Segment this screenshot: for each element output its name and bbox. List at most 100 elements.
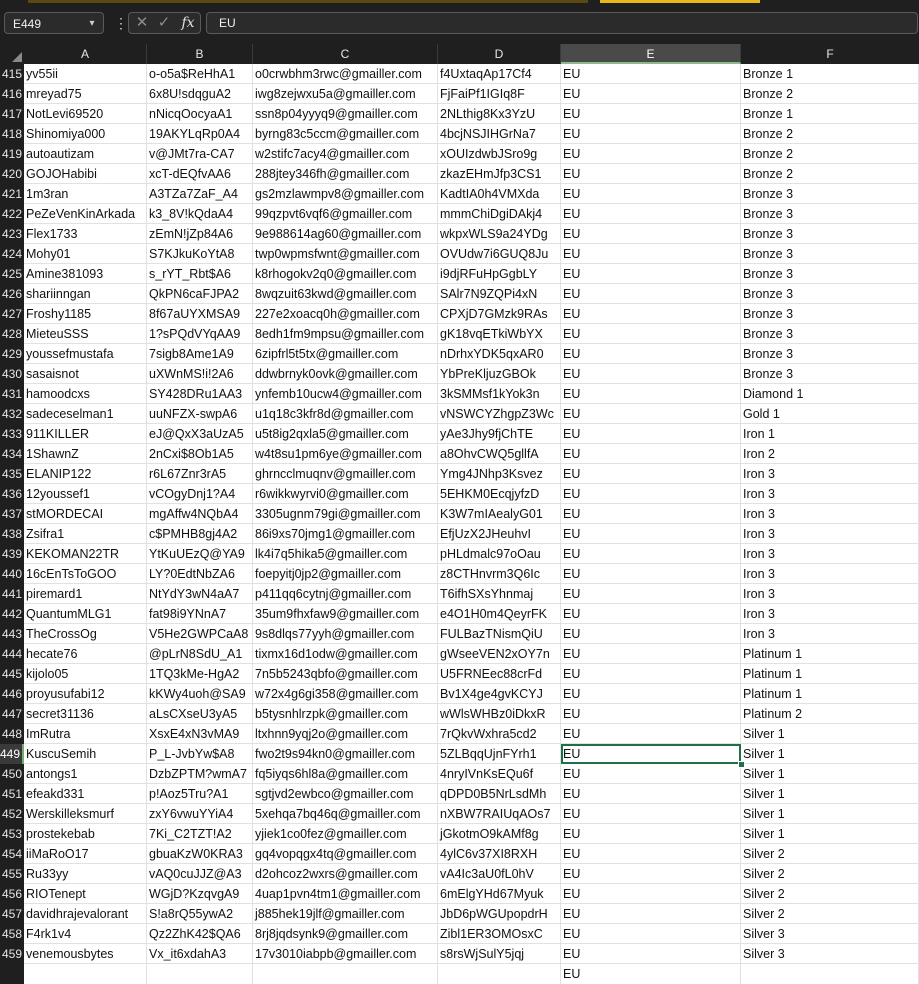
cell-a[interactable]: 1m3ran	[24, 184, 147, 204]
cell-b[interactable]: vAQ0cuJJZ@A3	[147, 864, 253, 884]
cell-e[interactable]: EU	[561, 404, 741, 424]
cell-c[interactable]: 3305ugnm79gi@gmailler.com	[253, 504, 438, 524]
cell-e[interactable]: EU	[561, 844, 741, 864]
row-header[interactable]: 426	[0, 284, 24, 304]
fill-handle[interactable]	[738, 761, 745, 768]
cell-f[interactable]: Iron 3	[741, 544, 919, 564]
row-header[interactable]: 420	[0, 164, 24, 184]
cell-b[interactable]: NtYdY3wN4aA7	[147, 584, 253, 604]
cell-a[interactable]: prostekebab	[24, 824, 147, 844]
cell-f[interactable]: Silver 1	[741, 764, 919, 784]
cell-d[interactable]: 4nryIVnKsEQu6f	[438, 764, 561, 784]
cell-d[interactable]: OVUdw7i6GUQ8Ju	[438, 244, 561, 264]
cell-e[interactable]: EU	[561, 324, 741, 344]
cell-e[interactable]: EU	[561, 684, 741, 704]
cell-b[interactable]: QkPN6caFJPA2	[147, 284, 253, 304]
row-header[interactable]	[0, 964, 24, 984]
cell-b[interactable]: 6x8U!sdqguA2	[147, 84, 253, 104]
cell-a[interactable]: antongs1	[24, 764, 147, 784]
cell-c[interactable]: gq4vopqgx4tq@gmailler.com	[253, 844, 438, 864]
row-header[interactable]: 422	[0, 204, 24, 224]
cell-a[interactable]: hamoodcxs	[24, 384, 147, 404]
cell-a[interactable]: 911KILLER	[24, 424, 147, 444]
cell-d[interactable]: CPXjD7GMzk9RAs	[438, 304, 561, 324]
insert-function-icon[interactable]: fx	[177, 13, 199, 33]
column-header-d[interactable]: D	[438, 44, 561, 64]
cell-d[interactable]: xOUIzdwbJSro9g	[438, 144, 561, 164]
cell-b[interactable]: p!Aoz5Tru?A1	[147, 784, 253, 804]
cell-b[interactable]: Qz2ZhK42$QA6	[147, 924, 253, 944]
cell-a[interactable]: piremard1	[24, 584, 147, 604]
row-header[interactable]: 454	[0, 844, 24, 864]
row-header[interactable]: 415	[0, 64, 24, 84]
row-header[interactable]: 438	[0, 524, 24, 544]
column-header-a[interactable]: A	[24, 44, 147, 64]
cell-a[interactable]: Ru33yy	[24, 864, 147, 884]
cell-b[interactable]: vCOgyDnj1?A4	[147, 484, 253, 504]
cell-d[interactable]: 4ylC6v37XI8RXH	[438, 844, 561, 864]
row-header[interactable]: 440	[0, 564, 24, 584]
cell-a[interactable]: efeakd331	[24, 784, 147, 804]
cell-a[interactable]: sasaisnot	[24, 364, 147, 384]
row-header[interactable]: 428	[0, 324, 24, 344]
cell-c[interactable]: fq5iyqs6hl8a@gmailler.com	[253, 764, 438, 784]
cell-e[interactable]: EU	[561, 724, 741, 744]
cell-a[interactable]: 12youssef1	[24, 484, 147, 504]
cell-a[interactable]: PeZeVenKinArkada	[24, 204, 147, 224]
cell-b[interactable]: 7Ki_C2TZT!A2	[147, 824, 253, 844]
cell-b[interactable]: SY428DRu1AA3	[147, 384, 253, 404]
cell-a[interactable]: F4rk1v4	[24, 924, 147, 944]
column-header-c[interactable]: C	[253, 44, 438, 64]
cell-e[interactable]: EU	[561, 184, 741, 204]
cell-d[interactable]: U5FRNEec88crFd	[438, 664, 561, 684]
cell-a[interactable]: MieteuSSS	[24, 324, 147, 344]
cell-a[interactable]: sadeceselman1	[24, 404, 147, 424]
cell-f[interactable]: Silver 2	[741, 904, 919, 924]
cell-e[interactable]: EU	[561, 524, 741, 544]
cell-b[interactable]: eJ@QxX3aUzA5	[147, 424, 253, 444]
row-header[interactable]: 452	[0, 804, 24, 824]
cell-b[interactable]: 1TQ3kMe-HgA2	[147, 664, 253, 684]
cell-c[interactable]: 288jtey346fh@gmailler.com	[253, 164, 438, 184]
cell-d[interactable]: SAlr7N9ZQPi4xN	[438, 284, 561, 304]
cell-c[interactable]: u5t8ig2qxla5@gmailler.com	[253, 424, 438, 444]
cell-d[interactable]	[438, 964, 561, 984]
row-header[interactable]: 416	[0, 84, 24, 104]
cell-d[interactable]: Zibl1ER3OMOsxC	[438, 924, 561, 944]
row-header[interactable]: 453	[0, 824, 24, 844]
cell-c[interactable]: gs2mzlawmpv8@gmailler.com	[253, 184, 438, 204]
select-all-button[interactable]	[0, 44, 24, 64]
cell-e[interactable]: EU	[561, 84, 741, 104]
cell-e[interactable]: EU	[561, 364, 741, 384]
column-header-e[interactable]: E	[561, 44, 741, 64]
cell-d[interactable]: 3kSMMsf1kYok3n	[438, 384, 561, 404]
cell-c[interactable]: twp0wpmsfwnt@gmailler.com	[253, 244, 438, 264]
row-header[interactable]: 424	[0, 244, 24, 264]
cell-b[interactable]: 7sigb8Ame1A9	[147, 344, 253, 364]
cell-c[interactable]: j885hek19jlf@gmailler.com	[253, 904, 438, 924]
cell-f[interactable]: Silver 2	[741, 884, 919, 904]
cell-f[interactable]: Iron 3	[741, 564, 919, 584]
cell-f[interactable]: Bronze 2	[741, 124, 919, 144]
cell-a[interactable]: Flex1733	[24, 224, 147, 244]
cell-c[interactable]: 9e988614ag60@gmailler.com	[253, 224, 438, 244]
cell-b[interactable]: aLsCXseU3yA5	[147, 704, 253, 724]
cell-f[interactable]: Bronze 3	[741, 264, 919, 284]
cell-b[interactable]: V5He2GWPCaA8	[147, 624, 253, 644]
cell-f[interactable]: Bronze 3	[741, 204, 919, 224]
cell-d[interactable]: 7rQkvWxhra5cd2	[438, 724, 561, 744]
row-header[interactable]: 457	[0, 904, 24, 924]
cell-b[interactable]: S!a8rQ55ywA2	[147, 904, 253, 924]
cell-d[interactable]: YbPreKljuzGBOk	[438, 364, 561, 384]
cell-c[interactable]: ltxhnn9yqj2o@gmailler.com	[253, 724, 438, 744]
row-header[interactable]: 434	[0, 444, 24, 464]
cell-e[interactable]: EU	[561, 564, 741, 584]
formula-input[interactable]: EU	[206, 12, 918, 34]
cell-a[interactable]: 1ShawnZ	[24, 444, 147, 464]
cell-a[interactable]: stMORDECAI	[24, 504, 147, 524]
cell-b[interactable]: kKWy4uoh@SA9	[147, 684, 253, 704]
cell-c[interactable]: 8edh1fm9mpsu@gmailler.com	[253, 324, 438, 344]
cell-e[interactable]: EU	[561, 764, 741, 784]
cell-f[interactable]: Platinum 1	[741, 664, 919, 684]
cell-d[interactable]: jGkotmO9kAMf8g	[438, 824, 561, 844]
